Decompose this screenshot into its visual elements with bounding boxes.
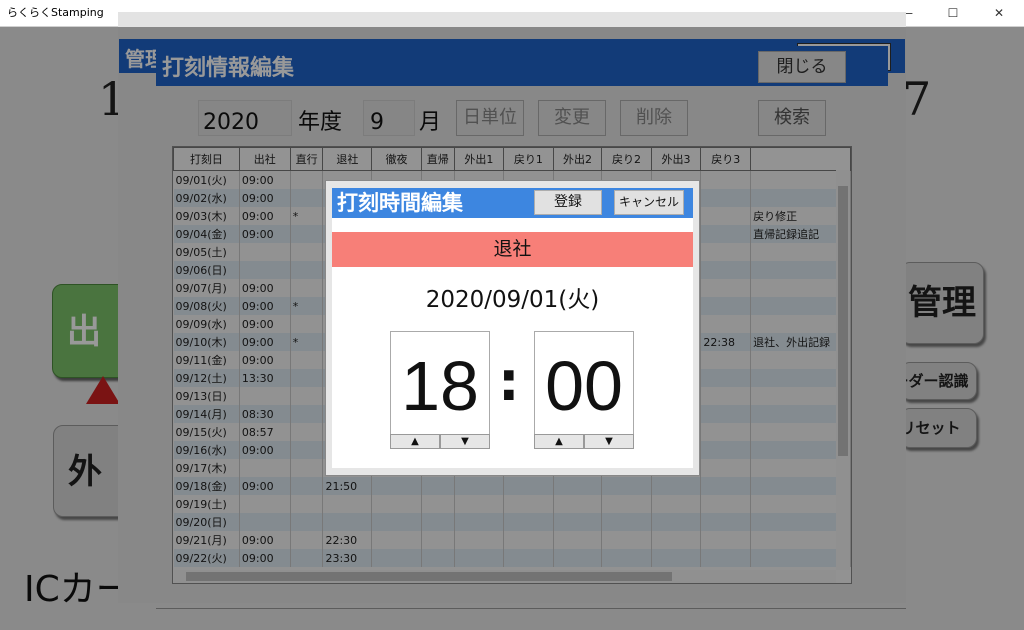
time-edit-dialog xyxy=(332,188,693,468)
hour-down-button[interactable]: ▼ xyxy=(440,434,490,449)
dialog-title: 打刻時間編集 xyxy=(337,191,463,215)
cancel-button[interactable]: キャンセル xyxy=(614,190,684,215)
window-title: らくらくStamping xyxy=(7,6,104,19)
minute-up-button[interactable]: ▲ xyxy=(534,434,584,449)
register-button[interactable]: 登録 xyxy=(534,190,602,215)
minute-value[interactable]: 00 xyxy=(534,346,634,426)
minute-down-button[interactable]: ▼ xyxy=(584,434,634,449)
hour-value[interactable]: 18 xyxy=(390,346,490,426)
stamp-type-label: 退社 xyxy=(332,232,693,267)
window-close-button[interactable]: ✕ xyxy=(976,0,1022,26)
maximize-button[interactable]: ☐ xyxy=(930,0,976,26)
hour-up-button[interactable]: ▲ xyxy=(390,434,440,449)
dialog-date: 2020/09/01(火) xyxy=(425,287,600,313)
time-separator: : xyxy=(498,350,520,413)
